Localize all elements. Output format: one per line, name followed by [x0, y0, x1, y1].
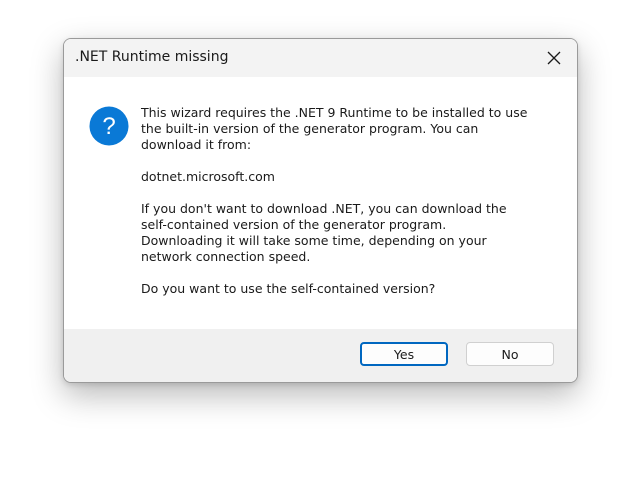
- title-bar: .NET Runtime missing: [64, 39, 577, 77]
- close-button[interactable]: [531, 39, 577, 77]
- dialog-content: ? This wizard requires the .NET 9 Runtim…: [64, 77, 577, 329]
- yes-button[interactable]: Yes: [360, 342, 448, 366]
- svg-text:?: ?: [102, 113, 115, 140]
- message-self-contained-info: If you don't want to download .NET, you …: [141, 201, 507, 264]
- runtime-missing-dialog: .NET Runtime missing ? This wizard requi…: [63, 38, 578, 383]
- close-icon: [547, 51, 561, 65]
- question-icon: ?: [89, 106, 129, 146]
- button-bar: Yes No: [64, 329, 577, 382]
- dialog-title: .NET Runtime missing: [75, 49, 229, 65]
- message-question: Do you want to use the self-contained ve…: [141, 281, 436, 296]
- message-download-url: dotnet.microsoft.com: [141, 169, 275, 184]
- message-requirement: This wizard requires the .NET 9 Runtime …: [141, 105, 528, 152]
- dialog-message: This wizard requires the .NET 9 Runtime …: [141, 105, 553, 297]
- no-button[interactable]: No: [466, 342, 554, 366]
